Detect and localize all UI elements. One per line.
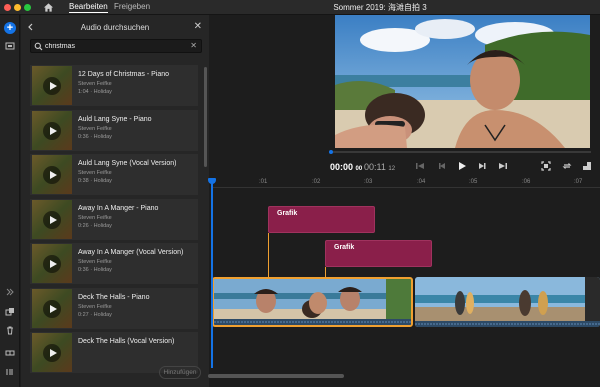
play-icon[interactable]: [43, 255, 61, 273]
list-item[interactable]: Deck The Halls - Piano Steven Feifke 0:2…: [30, 288, 198, 329]
list-view-icon[interactable]: [5, 367, 15, 377]
tab-freigeben[interactable]: Freigeben: [114, 2, 150, 11]
aspect-ratio-icon[interactable]: [581, 160, 593, 172]
loop-icon[interactable]: [561, 160, 573, 172]
search-icon: [34, 42, 43, 51]
add-media-button[interactable]: +: [4, 22, 16, 34]
close-window-button[interactable]: [4, 4, 11, 11]
playhead[interactable]: [208, 178, 216, 368]
clip-filmstrip: [415, 277, 600, 327]
ruler-tick: :07: [574, 179, 583, 185]
ruler-tick: :05: [469, 179, 478, 185]
step-back-icon[interactable]: [436, 160, 448, 172]
audio-artist: Steven Feifke: [78, 126, 112, 132]
audio-artist: Steven Feifke: [78, 304, 112, 310]
play-icon[interactable]: [43, 344, 61, 362]
fullscreen-icon[interactable]: [540, 160, 552, 172]
list-item[interactable]: Auld Lang Syne - Piano Steven Feifke 0:3…: [30, 110, 198, 151]
panel-title: Audio durchsuchen: [80, 23, 150, 32]
timeline-scrollbar[interactable]: [208, 374, 344, 378]
clip-connector: [268, 233, 269, 277]
audio-browser-panel: Audio durchsuchen ✕ ✕ 12 Days of Christm…: [21, 15, 209, 387]
add-button[interactable]: Hinzufügen: [159, 366, 201, 379]
duration-timecode: 00:11 12: [364, 162, 396, 172]
list-item[interactable]: Away In A Manger - Piano Steven Feifke 0…: [30, 199, 198, 240]
selected-video-clip[interactable]: [212, 277, 413, 327]
audio-title: Away In A Manger (Vocal Version): [78, 249, 184, 256]
audio-meta: 1:04 · Holiday: [78, 89, 112, 95]
audio-artist: Steven Feifke: [78, 170, 112, 176]
audio-thumbnail: [32, 244, 72, 283]
audio-title: Away In A Manger - Piano: [78, 205, 159, 212]
trash-icon[interactable]: [5, 325, 15, 335]
audio-thumbnail: [32, 333, 72, 372]
step-forward-icon[interactable]: [476, 160, 488, 172]
window-title: Sommer 2019: 海滩自拍 3: [333, 3, 427, 12]
audio-meta: 0:26 · Holiday: [78, 223, 112, 229]
video-preview[interactable]: [335, 15, 590, 148]
storyboard-icon[interactable]: [5, 348, 15, 358]
panel-header: Audio durchsuchen ✕: [21, 18, 209, 36]
audio-artist: Steven Feifke: [78, 215, 112, 221]
ruler-tick: :03: [364, 179, 373, 185]
play-icon[interactable]: [43, 77, 61, 95]
graphic-clip[interactable]: Grafik: [325, 240, 432, 267]
list-scrollbar[interactable]: [204, 67, 207, 167]
list-item[interactable]: 12 Days of Christmas - Piano Steven Feif…: [30, 65, 198, 106]
zoom-window-button[interactable]: [24, 4, 31, 11]
audio-thumbnail: [32, 155, 72, 194]
audio-meta: 0:38 · Holiday: [78, 178, 112, 184]
search-input[interactable]: [45, 41, 185, 52]
ruler-tick: :02: [312, 179, 321, 185]
title-bar: Bearbeiten Freigeben Sommer 2019: 海滩自拍 3: [0, 0, 600, 15]
preview-scrubber[interactable]: [329, 150, 591, 154]
audio-list: 12 Days of Christmas - Piano Steven Feif…: [30, 65, 198, 375]
ruler-tick: :06: [522, 179, 531, 185]
list-item[interactable]: Away In A Manger (Vocal Version) Steven …: [30, 243, 198, 284]
audio-title: Deck The Halls (Vocal Version): [78, 338, 175, 345]
audio-meta: 0:27 · Holiday: [78, 312, 112, 318]
video-frame-image: [335, 15, 590, 148]
media-library-icon[interactable]: [5, 41, 15, 51]
skip-to-end-icon[interactable]: [497, 160, 509, 172]
minimize-window-button[interactable]: [14, 4, 21, 11]
play-icon[interactable]: [43, 122, 61, 140]
audio-meta: 0:36 · Holiday: [78, 267, 112, 273]
audio-thumbnail: [32, 66, 72, 105]
audio-meta: 0:36 · Holiday: [78, 134, 112, 140]
home-icon[interactable]: [43, 2, 54, 13]
duplicate-icon[interactable]: [5, 307, 15, 317]
timeline-ruler[interactable]: :01 :02 :03 :04 :05 :06 :07: [212, 178, 600, 188]
tool-rail: +: [0, 15, 20, 387]
audio-thumbnail: [32, 200, 72, 239]
graphic-clip[interactable]: Grafik: [268, 206, 375, 233]
audio-thumbnail: [32, 289, 72, 328]
close-icon[interactable]: ✕: [194, 21, 202, 32]
play-button-icon[interactable]: [456, 160, 468, 172]
video-clip[interactable]: [415, 277, 600, 327]
tab-bearbeiten[interactable]: Bearbeiten: [69, 2, 108, 13]
audio-artist: Steven Feifke: [78, 81, 112, 87]
audio-title: Auld Lang Syne - Piano: [78, 116, 152, 123]
search-field[interactable]: ✕: [30, 39, 202, 53]
list-item[interactable]: Auld Lang Syne (Vocal Version) Steven Fe…: [30, 154, 198, 195]
play-icon[interactable]: [43, 300, 61, 318]
audio-artist: Steven Feifke: [78, 259, 112, 265]
play-icon[interactable]: [43, 166, 61, 184]
current-timecode: 00:00 00: [330, 162, 363, 172]
skip-to-start-icon[interactable]: [414, 160, 426, 172]
clip-connector: [325, 267, 326, 277]
play-icon[interactable]: [43, 211, 61, 229]
audio-title: 12 Days of Christmas - Piano: [78, 71, 170, 78]
collapse-icon[interactable]: [5, 287, 15, 297]
clear-search-icon[interactable]: ✕: [190, 41, 197, 50]
audio-title: Deck The Halls - Piano: [78, 294, 150, 301]
ruler-tick: :04: [417, 179, 426, 185]
ruler-tick: :01: [259, 179, 268, 185]
clip-filmstrip: [214, 279, 411, 325]
audio-thumbnail: [32, 111, 72, 150]
audio-title: Auld Lang Syne (Vocal Version): [78, 160, 177, 167]
